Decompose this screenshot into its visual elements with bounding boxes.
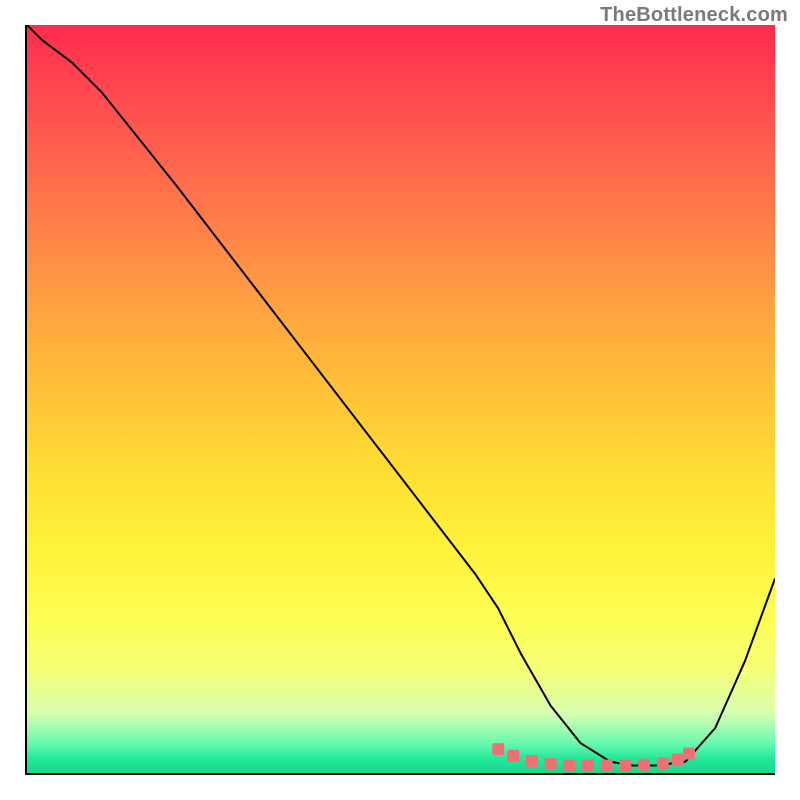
optimal-marker [582,760,594,772]
optimal-marker [672,754,684,766]
optimal-marker [563,760,575,772]
optimal-marker [492,743,504,755]
optimal-marker [526,755,538,767]
optimal-marker [545,758,557,770]
optimal-marker [683,748,695,760]
bottleneck-curve [27,25,775,766]
optimal-marker [619,760,631,772]
optimal-marker [601,760,613,772]
optimal-marker [657,757,669,769]
watermark-text: TheBottleneck.com [600,4,788,27]
plot-area [25,25,775,775]
optimal-zone-markers [492,743,695,771]
chart-container: TheBottleneck.com [0,0,800,800]
optimal-marker [638,759,650,771]
curve-svg [27,25,775,773]
optimal-marker [507,750,519,762]
